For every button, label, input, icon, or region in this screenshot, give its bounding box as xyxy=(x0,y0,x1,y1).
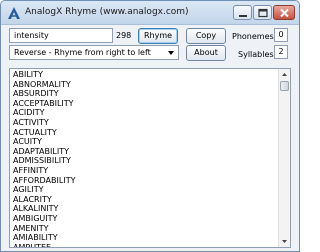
list-item[interactable]: AMPUTEE xyxy=(13,243,75,247)
list-item[interactable]: ALKALINITY xyxy=(13,204,75,214)
rhyme-mode-select[interactable]: Reverse - Rhyme from right to left xyxy=(9,45,179,60)
scroll-up-arrow-icon[interactable] xyxy=(280,70,289,79)
rhyme-button[interactable]: Rhyme xyxy=(138,28,178,44)
list-item[interactable]: ABSURDITY xyxy=(13,89,75,99)
list-item[interactable]: ACTIVITY xyxy=(13,118,75,128)
list-item[interactable]: ACUITY xyxy=(13,137,75,147)
rhyme-mode-value: Reverse - Rhyme from right to left xyxy=(14,48,151,57)
copy-button[interactable]: Copy xyxy=(186,28,226,44)
vertical-scrollbar[interactable] xyxy=(278,69,290,247)
window-title: AnalogX Rhyme (www.analogx.com) xyxy=(25,7,189,17)
scrollbar-thumb[interactable] xyxy=(280,81,289,91)
list-item[interactable]: ADMISSIBILITY xyxy=(13,156,75,166)
list-item[interactable]: ABILITY xyxy=(13,70,75,80)
minimize-button[interactable] xyxy=(233,5,252,20)
syllables-value: 2 xyxy=(274,45,288,59)
maximize-button[interactable] xyxy=(253,5,272,20)
list-item[interactable]: ADAPTABILITY xyxy=(13,147,75,157)
word-input[interactable] xyxy=(9,28,113,43)
phonemes-value: 0 xyxy=(274,28,288,42)
scroll-down-arrow-icon[interactable] xyxy=(280,237,289,246)
list-item[interactable]: ALACRITY xyxy=(13,195,75,205)
maximize-icon xyxy=(258,8,268,18)
list-item[interactable]: ACTUALITY xyxy=(13,128,75,138)
list-item[interactable]: AMIABILITY xyxy=(13,233,75,243)
list-item[interactable]: ABNORMALITY xyxy=(13,80,75,90)
list-item[interactable]: AMENITY xyxy=(13,224,75,234)
app-window: AnalogX Rhyme (www.analogx.com) 298 Rhym… xyxy=(0,0,300,252)
results-list[interactable]: ABILITY ABNORMALITY ABSURDITY ACCEPTABILITY… xyxy=(9,68,291,248)
list-item[interactable]: AFFORDABILITY xyxy=(13,176,75,186)
list-item[interactable]: ACIDITY xyxy=(13,108,75,118)
minimize-icon xyxy=(239,15,247,17)
list-item[interactable]: ACCEPTABILITY xyxy=(13,99,75,109)
analogx-app-icon[interactable] xyxy=(7,6,21,20)
list-item[interactable]: AMBIGUITY xyxy=(13,214,75,224)
list-item[interactable]: AFFINITY xyxy=(13,166,75,176)
results-list-items: ABILITY ABNORMALITY ABSURDITY ACCEPTABILITY… xyxy=(13,70,75,247)
phonemes-label: Phonemes xyxy=(232,32,274,41)
close-icon xyxy=(280,8,289,18)
chevron-down-icon xyxy=(168,51,174,55)
about-button[interactable]: About xyxy=(186,45,226,61)
client-area: 298 Rhyme Copy Phonemes 0 Reverse - Rhym… xyxy=(1,26,299,251)
result-count: 298 xyxy=(116,31,132,40)
list-item[interactable]: AGILITY xyxy=(13,185,75,195)
syllables-label: Syllables xyxy=(238,50,274,59)
title-bar[interactable]: AnalogX Rhyme (www.analogx.com) xyxy=(1,1,299,25)
close-button[interactable] xyxy=(273,5,295,20)
